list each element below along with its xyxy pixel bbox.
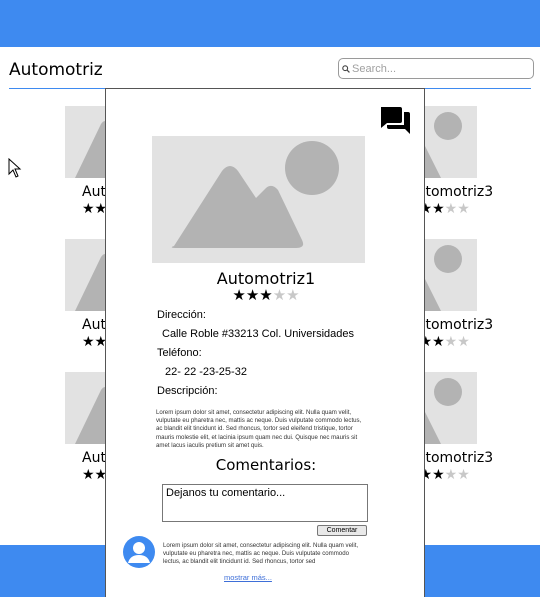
top-app-bar bbox=[0, 0, 540, 47]
address-label: Dirección: bbox=[157, 309, 206, 321]
show-more-link[interactable]: mostrar más... bbox=[224, 573, 272, 582]
phone-label: Teléfono: bbox=[157, 347, 202, 359]
user-avatar-icon bbox=[123, 536, 155, 568]
forum-icon[interactable] bbox=[379, 105, 411, 135]
comments-title: Comentarios: bbox=[215, 456, 317, 474]
search-input[interactable] bbox=[352, 62, 522, 75]
comment-submit-button[interactable]: Comentar bbox=[317, 525, 367, 536]
business-rating: ★★★★★ bbox=[232, 287, 300, 304]
description-text: Lorem ipsum dolor sit amet, consectetur … bbox=[156, 409, 362, 449]
search-icon bbox=[342, 64, 350, 73]
image-placeholder-icon bbox=[152, 136, 365, 263]
search-field[interactable] bbox=[338, 58, 534, 79]
description-label: Descripción: bbox=[157, 385, 218, 397]
address-value: Calle Roble #33213 Col. Universidades bbox=[162, 328, 355, 340]
phone-value: 22- 22 -23-25-32 bbox=[165, 366, 247, 378]
mouse-pointer-icon bbox=[8, 158, 22, 178]
comment-text: Lorem ipsum dolor sit amet, consectetur … bbox=[163, 542, 359, 566]
business-detail-panel: Automotriz1 ★★★★★ Dirección: Calle Roble… bbox=[105, 88, 425, 597]
comment-input[interactable] bbox=[162, 484, 368, 522]
page-title: Automotriz bbox=[9, 60, 103, 80]
